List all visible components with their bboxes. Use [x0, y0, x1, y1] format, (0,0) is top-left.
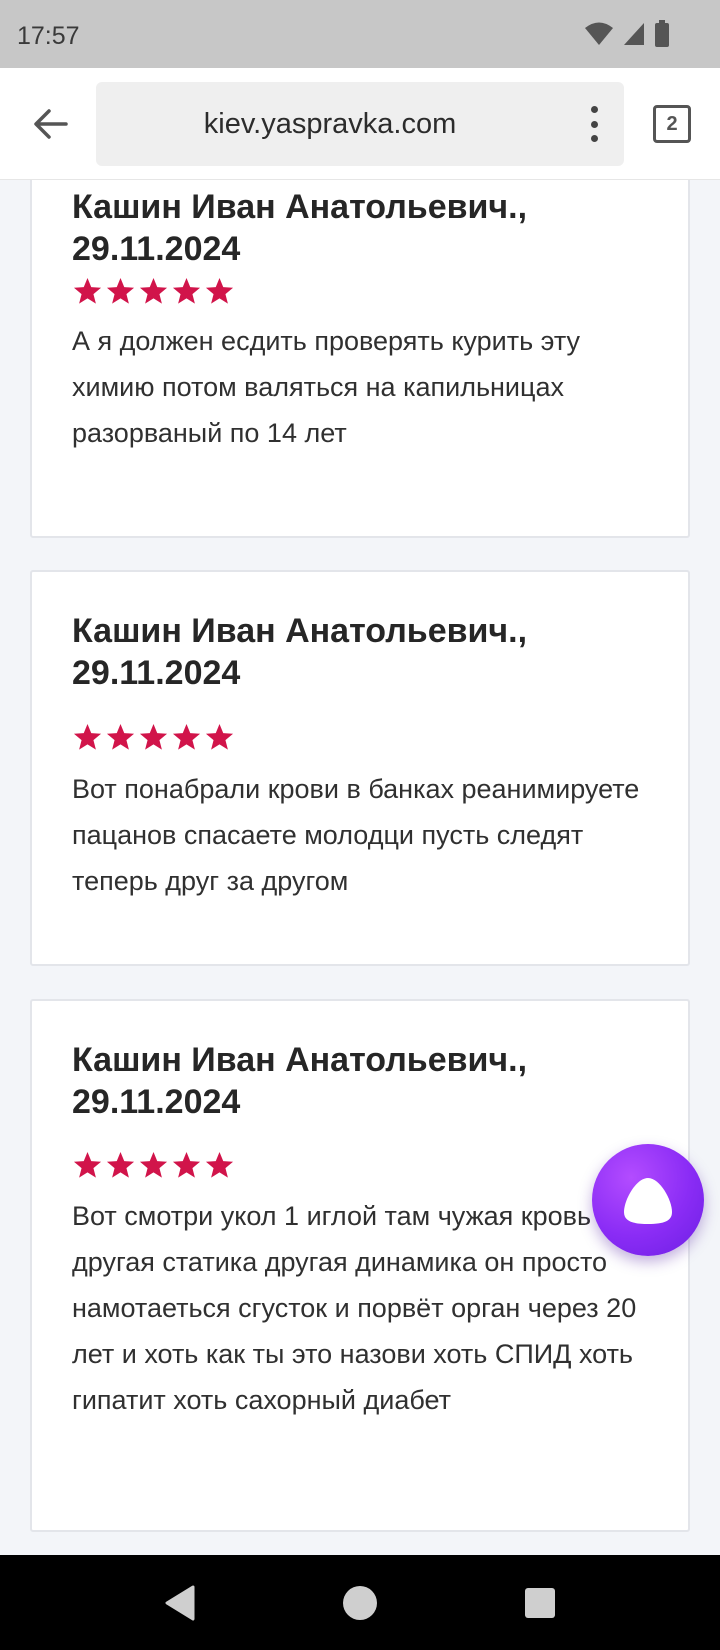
nav-recents-button[interactable] [520, 1583, 560, 1623]
star-icon [106, 723, 135, 750]
review-author: Кашин Иван Анатольевич., 29.11.2024 [72, 612, 528, 692]
triangle-back-icon [165, 1585, 195, 1621]
star-icon [172, 277, 201, 304]
address-bar[interactable]: kiev.yaspravka.com [96, 82, 624, 166]
circle-home-icon [343, 1586, 377, 1620]
review-card: Кашин Иван Анатольевич., 29.11.2024 Вот … [30, 999, 690, 1532]
star-icon [172, 1151, 201, 1178]
star-icon [139, 277, 168, 304]
star-icon [139, 723, 168, 750]
arrow-left-icon [34, 109, 68, 139]
system-nav-bar [0, 1555, 720, 1650]
star-icon [139, 1151, 168, 1178]
review-text: Вот понабрали крови в банках реанимирует… [72, 774, 640, 896]
star-icon [73, 1151, 102, 1178]
star-icon [73, 277, 102, 304]
voice-assistant-button[interactable] [592, 1144, 704, 1256]
star-icon [73, 723, 102, 750]
tabs-button[interactable]: 2 [653, 105, 691, 143]
assistant-icon [624, 1178, 672, 1224]
review-text: А я должен есдить проверять курить эту х… [72, 326, 581, 448]
url-text[interactable]: kiev.yaspravka.com [96, 82, 564, 166]
star-icon [172, 723, 201, 750]
star-icon [106, 277, 135, 304]
rating-stars [72, 276, 235, 307]
review-card: Кашин Иван Анатольевич., 29.11.2024 А я … [30, 180, 690, 538]
status-time: 17:57 [17, 22, 80, 50]
nav-back-button[interactable] [160, 1583, 200, 1623]
back-button[interactable] [22, 96, 78, 152]
wifi-icon [584, 21, 614, 52]
square-recents-icon [525, 1588, 555, 1618]
status-bar: 17:57 [0, 0, 720, 68]
rating-stars [72, 1150, 235, 1181]
review-author: Кашин Иван Анатольевич., 29.11.2024 [72, 188, 528, 268]
browser-toolbar: kiev.yaspravka.com 2 [0, 68, 720, 180]
review-author: Кашин Иван Анатольевич., 29.11.2024 [72, 1041, 528, 1121]
signal-icon [622, 21, 646, 52]
status-icons [584, 19, 670, 53]
rating-stars [72, 722, 235, 753]
star-icon [205, 723, 234, 750]
more-menu-icon[interactable] [580, 106, 608, 142]
nav-home-button[interactable] [340, 1583, 380, 1623]
review-card: Кашин Иван Анатольевич., 29.11.2024 Вот … [30, 570, 690, 966]
star-icon [205, 277, 234, 304]
battery-icon [654, 19, 670, 53]
star-icon [106, 1151, 135, 1178]
review-text: Вот смотри укол 1 иглой там чужая кровь … [72, 1201, 637, 1415]
reviews-list: Кашин Иван Анатольевич., 29.11.2024 А я … [0, 180, 720, 1555]
star-icon [205, 1151, 234, 1178]
